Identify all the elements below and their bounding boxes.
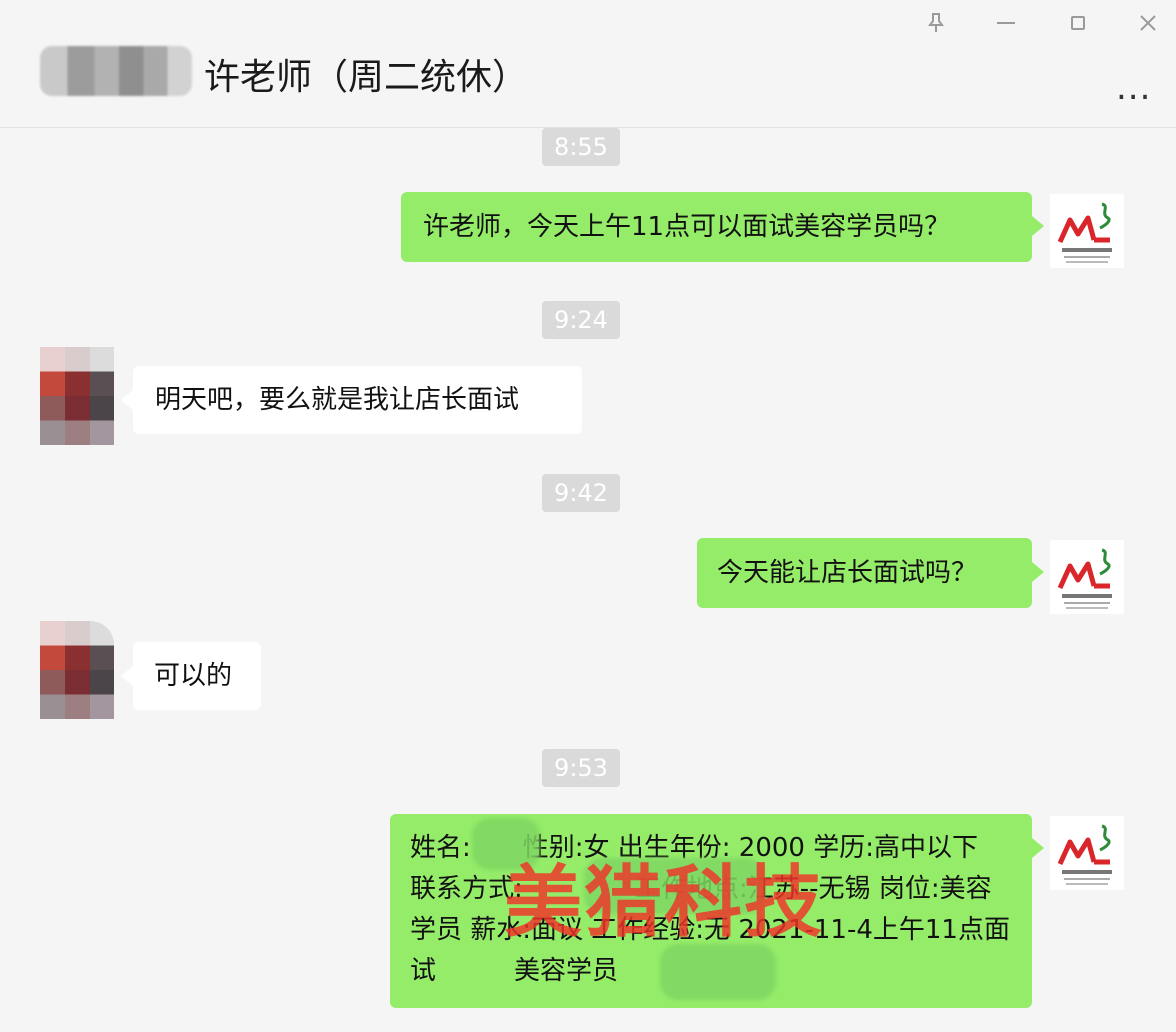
watermark: 美猎科技 <box>504 858 825 948</box>
minimize-icon[interactable] <box>990 8 1022 38</box>
more-options-button[interactable]: ... <box>1116 71 1160 105</box>
blurred-contact-prefix <box>40 46 192 96</box>
self-avatar[interactable] <box>1050 540 1124 614</box>
timestamp: 8:55 <box>542 128 620 166</box>
company-logo-icon <box>1050 194 1124 268</box>
pin-icon[interactable] <box>920 8 952 38</box>
timestamp: 9:42 <box>542 474 620 512</box>
contact-avatar[interactable] <box>40 347 114 445</box>
contact-avatar[interactable] <box>40 621 114 719</box>
close-icon-svg <box>1140 15 1156 31</box>
message-bubble-received[interactable]: 可以的 <box>121 642 261 710</box>
self-avatar[interactable] <box>1050 194 1124 268</box>
chat-window: 许老师（周二统休） ... 8:55 许老师，今天上午11点可以面试美容学员吗？ <box>0 0 1176 1032</box>
chat-title: 许老师（周二统休） <box>204 57 529 98</box>
company-logo-icon <box>1050 816 1124 890</box>
chat-header: 许老师（周二统休） ... <box>0 0 1176 128</box>
timestamp: 9:24 <box>542 301 620 339</box>
message-bubble-sent[interactable]: 许老师，今天上午11点可以面试美容学员吗？ <box>401 192 1044 262</box>
close-icon[interactable] <box>1132 8 1164 38</box>
message-bubble-received[interactable]: 明天吧，要么就是我让店长面试 <box>121 366 582 434</box>
maximize-icon[interactable] <box>1062 8 1094 38</box>
redaction-blur <box>660 944 776 1000</box>
company-logo-icon <box>1050 540 1124 614</box>
self-avatar[interactable] <box>1050 816 1124 890</box>
message-bubble-sent[interactable]: 今天能让店长面试吗？ <box>697 538 1044 608</box>
pin-icon-svg <box>928 13 944 32</box>
timestamp: 9:53 <box>542 749 620 787</box>
